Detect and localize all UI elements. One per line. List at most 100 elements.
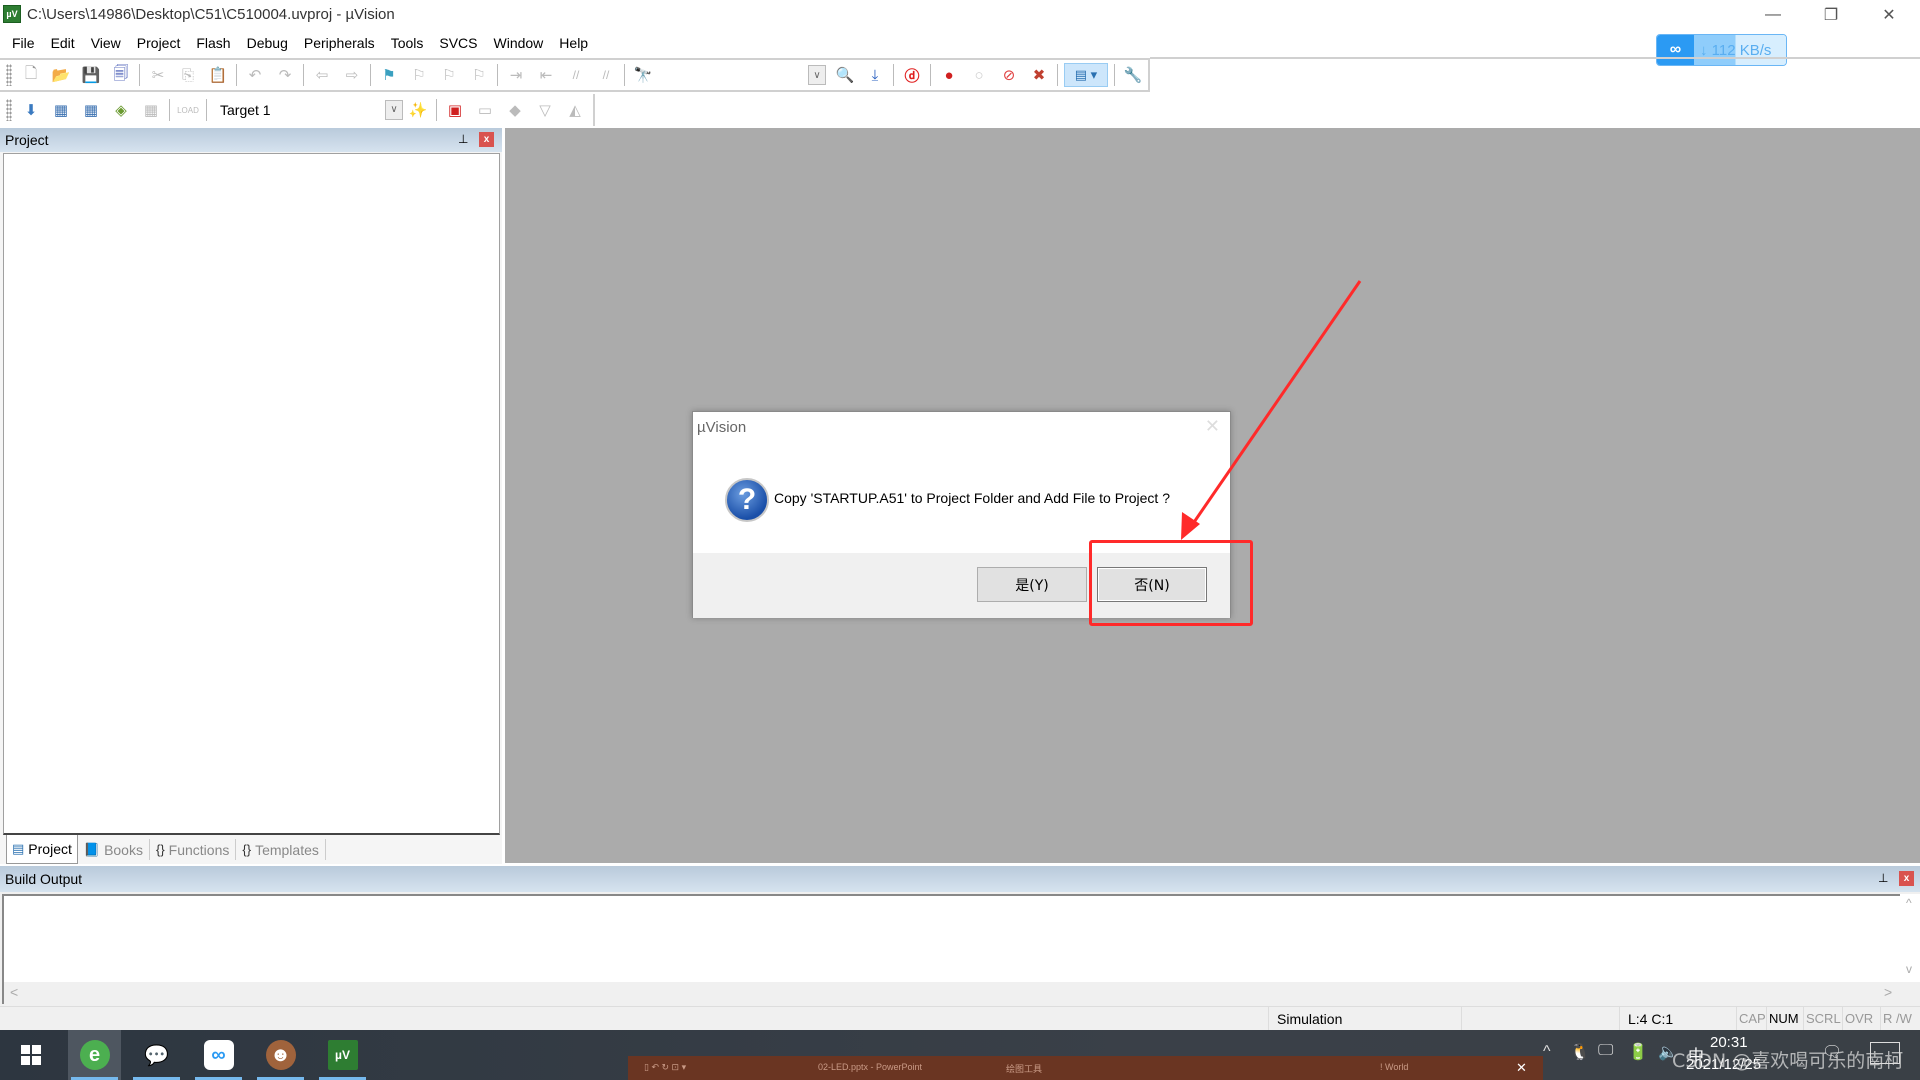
manage-components-icon[interactable]: ▣ <box>443 98 467 122</box>
bookmark-prev-icon[interactable]: ⚐ <box>407 63 431 87</box>
battery-icon[interactable]: 🔋 <box>1628 1042 1648 1062</box>
powerpoint-preview-strip[interactable]: ▯ ↶ ↻ ⊡ ▾ 02-LED.pptx - PowerPoint 绘图工具 … <box>628 1056 1543 1080</box>
batch-build-icon[interactable]: ◈ <box>109 98 133 122</box>
cut-icon[interactable]: ✂ <box>146 63 170 87</box>
copy-icon[interactable]: ⎘ <box>176 63 200 87</box>
taskbar-app-baidu-netdisk[interactable]: ∞ <box>192 1030 245 1080</box>
scroll-right-icon[interactable]: > <box>1884 984 1892 1000</box>
paste-icon[interactable]: 📋 <box>206 63 230 87</box>
close-icon[interactable]: x <box>1899 871 1914 886</box>
tab-templates[interactable]: {} Templates <box>236 839 326 860</box>
breakpoint-insert-icon[interactable]: ● <box>937 63 961 87</box>
menu-edit[interactable]: Edit <box>43 30 83 56</box>
menu-view[interactable]: View <box>83 30 129 56</box>
menu-flash[interactable]: Flash <box>188 30 238 56</box>
tab-books[interactable]: 📘 Books <box>78 839 150 860</box>
horizontal-scrollbar[interactable]: < > <box>2 982 1900 1004</box>
minimize-button[interactable]: — <box>1744 0 1802 30</box>
taskbar-app-360-browser[interactable]: e <box>68 1030 121 1080</box>
restore-button[interactable]: ❐ <box>1802 0 1860 30</box>
menu-debug[interactable]: Debug <box>239 30 296 56</box>
target-select[interactable]: Target 1 ∨ <box>218 99 403 121</box>
close-button[interactable]: ✕ <box>1860 0 1918 30</box>
redo-icon[interactable]: ↷ <box>273 63 297 87</box>
software-packs-icon[interactable]: ▽ <box>533 98 557 122</box>
build-output-text[interactable] <box>2 894 1900 982</box>
bookmark-clear-icon[interactable]: ⚐ <box>467 63 491 87</box>
undo-icon[interactable]: ↶ <box>243 63 267 87</box>
bookmark-toggle-icon[interactable]: ⚑ <box>377 63 401 87</box>
navigate-forward-icon[interactable]: ⇨ <box>340 63 364 87</box>
translate-icon[interactable]: ⬇ <box>19 98 43 122</box>
bookmark-next-icon[interactable]: ⚐ <box>437 63 461 87</box>
save-icon[interactable]: 💾 <box>79 63 103 87</box>
toolbar-grip[interactable] <box>6 64 12 86</box>
project-tree[interactable] <box>3 153 500 835</box>
save-all-icon[interactable]: 🗐 <box>109 63 133 87</box>
menu-peripherals[interactable]: Peripherals <box>296 30 383 56</box>
debug-session-icon[interactable]: ⓓ <box>900 63 924 87</box>
menu-project[interactable]: Project <box>129 30 189 56</box>
find-icon[interactable]: 🔍 <box>833 63 857 87</box>
options-for-target-icon[interactable]: ✨ <box>406 98 430 122</box>
ppt-close-icon[interactable]: ✕ <box>1516 1060 1527 1076</box>
toolbar-separator <box>930 64 931 86</box>
menu-file[interactable]: File <box>4 30 43 56</box>
status-bar: Simulation L:4 C:1 CAP NUM SCRL OVR R /W <box>0 1006 1920 1031</box>
status-cap: CAP <box>1736 1007 1768 1031</box>
vertical-scrollbar[interactable]: ^ v <box>1900 894 1920 982</box>
manage-run-time-icon[interactable]: ◭ <box>563 98 587 122</box>
download-icon[interactable]: LOAD <box>176 98 200 122</box>
breakpoint-kill-all-icon[interactable]: ✖ <box>1027 63 1051 87</box>
find-in-files-icon[interactable]: 🔭 <box>631 63 655 87</box>
pin-icon[interactable]: ⊥ <box>1878 871 1888 885</box>
build-icon[interactable]: ▦ <box>49 98 73 122</box>
select-packs-icon[interactable]: ▭ <box>473 98 497 122</box>
toolbar-separator <box>436 99 437 121</box>
indent-icon[interactable]: ⇥ <box>504 63 528 87</box>
file-toolbar: 🗋 📂 💾 🗐 ✂ ⎘ 📋 ↶ ↷ ⇦ ⇨ ⚑ ⚐ ⚐ ⚐ ⇥ ⇤ // // … <box>0 58 1150 92</box>
taskbar-app-wechat[interactable]: 💬 <box>130 1030 183 1080</box>
uncomment-icon[interactable]: // <box>594 63 618 87</box>
taskbar-app-avatar[interactable]: ☻ <box>254 1030 307 1080</box>
tray-chevron-icon[interactable]: ^ <box>1543 1043 1551 1061</box>
unindent-icon[interactable]: ⇤ <box>534 63 558 87</box>
breakpoint-enable-icon[interactable]: ○ <box>967 63 991 87</box>
browser-icon: e <box>79 1040 110 1070</box>
pin-icon[interactable]: ⊥ <box>458 132 468 146</box>
configure-icon[interactable]: 🔧 <box>1121 63 1145 87</box>
menu-tools[interactable]: Tools <box>383 30 432 56</box>
dialog-close-icon[interactable]: ✕ <box>1205 416 1220 437</box>
scroll-down-icon[interactable]: v <box>1906 962 1912 976</box>
find-combo-dropdown[interactable]: ∨ <box>808 65 826 85</box>
windows-logo-icon <box>21 1045 41 1065</box>
breakpoint-disable-all-icon[interactable]: ⊘ <box>997 63 1021 87</box>
scroll-left-icon[interactable]: < <box>10 984 18 1000</box>
menu-window[interactable]: Window <box>486 30 552 56</box>
toolbar-grip[interactable] <box>6 99 12 121</box>
window-layout-icon[interactable]: ▤ ▾ <box>1064 63 1108 87</box>
tab-functions[interactable]: {} Functions <box>150 839 237 860</box>
taskbar-app-keil[interactable]: µV <box>316 1030 369 1080</box>
menu-help[interactable]: Help <box>551 30 596 56</box>
close-icon[interactable]: x <box>479 132 494 147</box>
menu-svcs[interactable]: SVCS <box>431 30 485 56</box>
yes-button[interactable]: 是(Y) <box>977 567 1087 602</box>
chevron-down-icon[interactable]: ∨ <box>385 100 403 120</box>
pack-installer-icon[interactable]: ◆ <box>503 98 527 122</box>
navigate-back-icon[interactable]: ⇦ <box>310 63 334 87</box>
comment-icon[interactable]: // <box>564 63 588 87</box>
books-icon: 📘 <box>83 841 101 857</box>
new-file-icon[interactable]: 🗋 <box>19 63 43 87</box>
incremental-find-icon[interactable]: ⤓ <box>863 63 887 87</box>
tab-project[interactable]: ▤ Project <box>6 835 78 864</box>
start-button[interactable] <box>0 1030 62 1080</box>
qq-icon[interactable]: 🐧 <box>1570 1042 1590 1062</box>
stop-build-icon[interactable]: ▦ <box>139 98 163 122</box>
rebuild-icon[interactable]: ▦ <box>79 98 103 122</box>
project-icon: ▤ <box>12 841 25 856</box>
scroll-up-icon[interactable]: ^ <box>1906 896 1912 910</box>
net-speed-badge[interactable]: ∞ ↓ 112 KB/s <box>1656 34 1787 66</box>
network-icon[interactable]: 🖵 <box>1598 1042 1613 1060</box>
open-file-icon[interactable]: 📂 <box>49 63 73 87</box>
